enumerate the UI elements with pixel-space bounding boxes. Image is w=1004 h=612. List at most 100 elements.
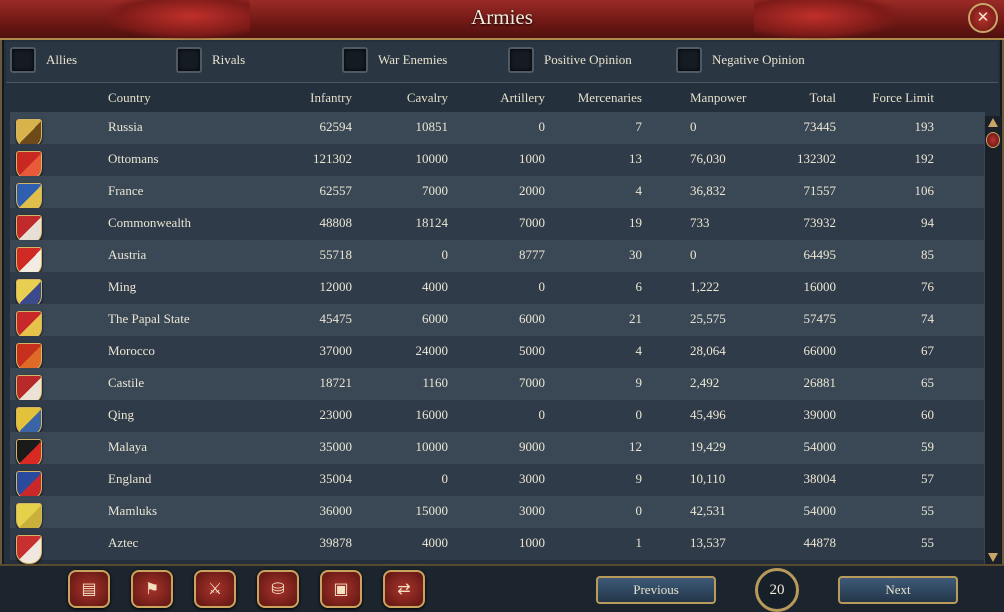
checkbox[interactable]	[508, 47, 534, 73]
cell-country[interactable]: Russia	[108, 119, 268, 135]
flag-icon[interactable]: ⚑	[131, 570, 173, 608]
scrollbar[interactable]	[984, 116, 1001, 564]
crate-icon[interactable]: ▣	[320, 570, 362, 608]
column-header-artillery[interactable]: Artillery	[465, 90, 545, 106]
cell-artillery: 9000	[519, 439, 545, 454]
column-header-manpower[interactable]: Manpower	[690, 90, 746, 106]
cell-infantry: 36000	[319, 503, 353, 518]
table-row[interactable]: Morocco 37000 24000 5000 4 28,064 66000 67	[10, 336, 985, 372]
column-header-country[interactable]: Country	[108, 90, 151, 106]
cell-manpower: 0	[690, 119, 697, 134]
table-row[interactable]: Ming 12000 4000 0 6 1,222 16000 76	[10, 272, 985, 308]
filter-positive-opinion[interactable]: Positive Opinion	[508, 46, 632, 74]
column-header-total[interactable]: Total	[756, 90, 836, 106]
previous-button[interactable]: Previous	[596, 576, 716, 604]
cell-force-limit: 85	[921, 247, 934, 262]
window-title: Armies	[471, 5, 533, 29]
ledger-icon[interactable]: ▤	[68, 570, 110, 608]
cell-artillery: 0	[538, 279, 546, 294]
table-row[interactable]: Ottomans 121302 10000 1000 13 76,030 132302 192	[10, 144, 985, 180]
table-row[interactable]: Malaya 35000 10000 9000 12 19,429 54000 59	[10, 432, 985, 468]
cell-cavalry: 1160	[422, 375, 448, 390]
cell-infantry: 23000	[319, 407, 353, 422]
table-row[interactable]: Castile 18721 1160 7000 9 2,492 26881 65	[10, 368, 985, 404]
cell-country[interactable]: Ming	[108, 279, 268, 295]
filter-rivals[interactable]: Rivals	[176, 46, 245, 74]
cell-manpower: 25,575	[690, 311, 726, 326]
cell-total: 57475	[803, 311, 837, 326]
column-header-cavalry[interactable]: Cavalry	[368, 90, 448, 106]
scroll-down-arrow-icon[interactable]	[988, 553, 998, 562]
cell-cavalry: 24000	[415, 343, 449, 358]
scroll-up-arrow-icon[interactable]	[988, 118, 998, 127]
cell-force-limit: 192	[914, 151, 935, 166]
cell-total: 64495	[803, 247, 837, 262]
table-row[interactable]: Mamluks 36000 15000 3000 0 42,531 54000 55	[10, 496, 985, 532]
cell-force-limit: 74	[921, 311, 934, 326]
checkbox[interactable]	[10, 47, 36, 73]
checkbox[interactable]	[342, 47, 368, 73]
filter-war-enemies[interactable]: War Enemies	[342, 46, 447, 74]
filter-allies[interactable]: Allies	[10, 46, 77, 74]
column-header-force-limit[interactable]: Force Limit	[850, 90, 934, 106]
cell-manpower: 13,537	[690, 535, 726, 550]
table-row[interactable]: Austria 55718 0 8777 30 0 64495 85	[10, 240, 985, 276]
table-row[interactable]: Qing 23000 16000 0 0 45,496 39000 60	[10, 400, 985, 436]
cell-country[interactable]: France	[108, 183, 268, 199]
cell-country[interactable]: Aztec	[108, 535, 268, 551]
cell-country[interactable]: Malaya	[108, 439, 268, 455]
checkbox[interactable]	[676, 47, 702, 73]
cell-country[interactable]: Castile	[108, 375, 268, 391]
cell-infantry: 45475	[319, 311, 353, 326]
cell-country[interactable]: Commonwealth	[108, 215, 268, 231]
cell-country[interactable]: The Papal State	[108, 311, 268, 327]
table-row[interactable]: England 35004 0 3000 9 10,110 38004 57	[10, 464, 985, 500]
cell-mercenaries: 4	[635, 183, 643, 198]
filter-label: War Enemies	[378, 52, 448, 67]
table-row[interactable]: Commonwealth 48808 18124 7000 19 733 73932 94	[10, 208, 985, 244]
cell-artillery: 1000	[519, 535, 545, 550]
cell-cavalry: 7000	[422, 183, 448, 198]
cell-mercenaries: 6	[635, 279, 643, 294]
checkbox[interactable]	[176, 47, 202, 73]
cell-total: 44878	[803, 535, 837, 550]
cell-cavalry: 0	[441, 247, 449, 262]
column-header-infantry[interactable]: Infantry	[272, 90, 352, 106]
table-row[interactable]: France 62557 7000 2000 4 36,832 71557 106	[10, 176, 985, 212]
cell-artillery: 0	[538, 407, 546, 422]
cell-force-limit: 59	[921, 439, 934, 454]
cell-country[interactable]: Morocco	[108, 343, 268, 359]
close-icon[interactable]: ✕	[968, 3, 998, 33]
coins-icon[interactable]: ⛁	[257, 570, 299, 608]
cell-country[interactable]: England	[108, 471, 268, 487]
cell-total: 26881	[803, 375, 837, 390]
cell-country[interactable]: Qing	[108, 407, 268, 423]
table-row[interactable]: The Papal State 45475 6000 6000 21 25,575 5747…	[10, 304, 985, 340]
cell-cavalry: 10851	[415, 119, 449, 134]
cell-country[interactable]: Mamluks	[108, 503, 268, 519]
scroll-thumb[interactable]	[986, 132, 1000, 148]
table-row[interactable]: Russia 62594 10851 0 7 0 73445 193	[10, 112, 985, 148]
filter-negative-opinion[interactable]: Negative Opinion	[676, 46, 805, 74]
cell-mercenaries: 9	[635, 471, 643, 486]
cell-artillery: 7000	[519, 215, 545, 230]
country-flag-icon[interactable]	[16, 535, 42, 564]
cell-manpower: 45,496	[690, 407, 726, 422]
title-bar: Armies ✕	[0, 0, 1004, 40]
column-header-mercenaries[interactable]: Mercenaries	[550, 90, 642, 106]
cell-cavalry: 15000	[415, 503, 449, 518]
cell-country[interactable]: Ottomans	[108, 151, 268, 167]
next-button[interactable]: Next	[838, 576, 958, 604]
cell-total: 73445	[803, 119, 837, 134]
cell-infantry: 37000	[319, 343, 353, 358]
cell-cavalry: 4000	[422, 279, 448, 294]
handshake-icon[interactable]: ⇄	[383, 570, 425, 608]
cell-artillery: 0	[538, 119, 546, 134]
cell-country[interactable]: Austria	[108, 247, 268, 263]
cell-manpower: 2,492	[690, 375, 720, 390]
table-row[interactable]: Aztec 39878 4000 1000 1 13,537 44878 55	[10, 528, 985, 564]
cell-manpower: 28,064	[690, 343, 726, 358]
cell-manpower: 42,531	[690, 503, 726, 518]
crossed-swords-icon[interactable]: ⚔	[194, 570, 236, 608]
cell-cavalry: 10000	[415, 439, 449, 454]
